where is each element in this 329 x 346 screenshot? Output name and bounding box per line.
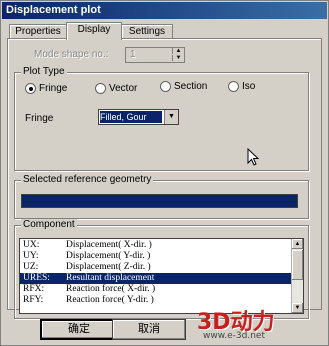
component-desc: Reaction force( X-dir. ) xyxy=(66,284,156,294)
window-title: Displacement plot xyxy=(6,4,101,16)
scroll-thumb[interactable] xyxy=(292,250,303,280)
plot-type-title: Plot Type xyxy=(21,66,67,77)
component-desc: Displacement( X-dir. ) xyxy=(66,240,152,250)
spin-up-icon: ▲ xyxy=(172,48,184,54)
component-code: UY: xyxy=(23,251,39,261)
fringe-select-value: Filled, Gour xyxy=(100,111,162,123)
watermark: 3D动力 www.e-3d.net xyxy=(197,304,325,344)
radio-section[interactable]: Section xyxy=(160,81,207,92)
selected-reference-group: Selected reference geometry xyxy=(14,174,309,219)
component-list[interactable]: UX: Displacement( X-dir. ) UY: Displacemen… xyxy=(19,238,304,314)
display-tab-panel: Mode shape no.: 1 ▲ ▼ Plot Type Fringe V… xyxy=(7,38,322,319)
fringe-label: Fringe xyxy=(25,113,54,124)
component-desc: Displacement( Y-dir. ) xyxy=(66,251,151,261)
mode-shape-spinner: 1 ▲ ▼ xyxy=(125,47,185,63)
ok-button[interactable]: 确定 xyxy=(40,319,118,340)
component-code: UZ: xyxy=(23,262,39,272)
radio-vector[interactable]: Vector xyxy=(95,83,137,94)
radio-vector-label: Vector xyxy=(109,83,138,95)
radio-iso-label: Iso xyxy=(242,81,256,93)
mouse-cursor-icon xyxy=(247,148,259,166)
component-code: RFY: xyxy=(23,295,44,305)
component-code: UX: xyxy=(23,240,40,250)
displacement-plot-dialog: Displacement plot Properties Display Set… xyxy=(0,0,329,346)
mode-shape-value: 1 xyxy=(130,49,136,60)
component-code: RFX: xyxy=(23,284,45,294)
selected-reference-title: Selected reference geometry xyxy=(21,174,154,185)
watermark-url: www.e-3d.net xyxy=(203,331,265,341)
list-item[interactable]: RFX: Reaction force( X-dir. ) xyxy=(20,284,265,295)
radio-unselected-icon xyxy=(95,83,106,94)
radio-fringe[interactable]: Fringe xyxy=(25,83,67,94)
radio-unselected-icon xyxy=(228,81,239,92)
radio-fringe-label: Fringe xyxy=(39,83,68,95)
component-desc: Reaction force( Y-dir. ) xyxy=(66,295,154,305)
list-scrollbar[interactable]: ▲ ▼ xyxy=(291,239,303,313)
scroll-up-icon[interactable]: ▲ xyxy=(292,239,303,249)
list-item-selected[interactable]: URES: Resultant displacement xyxy=(20,273,291,284)
plot-type-group: Plot Type Fringe Vector Section Iso Frin… xyxy=(14,66,309,171)
tab-settings[interactable]: Settings xyxy=(121,24,173,39)
list-item[interactable]: UX: Displacement( X-dir. ) xyxy=(20,240,265,251)
radio-selected-icon xyxy=(25,83,36,94)
list-item[interactable]: UZ: Displacement( Z-dir. ) xyxy=(20,262,265,273)
radio-unselected-icon xyxy=(160,81,171,92)
spin-down-icon: ▼ xyxy=(172,55,184,61)
component-code: URES: xyxy=(23,273,50,283)
tab-display[interactable]: Display xyxy=(66,22,122,40)
fringe-select[interactable]: Filled, Gour ▼ xyxy=(98,109,179,125)
component-desc: Displacement( Z-dir. ) xyxy=(66,262,151,272)
chevron-down-icon[interactable]: ▼ xyxy=(164,110,178,124)
radio-iso[interactable]: Iso xyxy=(228,81,255,92)
selected-reference-field[interactable] xyxy=(21,194,298,208)
component-title: Component xyxy=(21,219,77,230)
tab-properties[interactable]: Properties xyxy=(9,24,67,39)
cancel-button[interactable]: 取消 xyxy=(112,319,186,340)
title-bar[interactable]: Displacement plot xyxy=(2,2,327,19)
list-item[interactable]: UY: Displacement( Y-dir. ) xyxy=(20,251,265,262)
mode-shape-label: Mode shape no.: xyxy=(34,49,109,60)
component-desc: Resultant displacement xyxy=(66,273,155,283)
radio-section-label: Section xyxy=(174,81,208,93)
